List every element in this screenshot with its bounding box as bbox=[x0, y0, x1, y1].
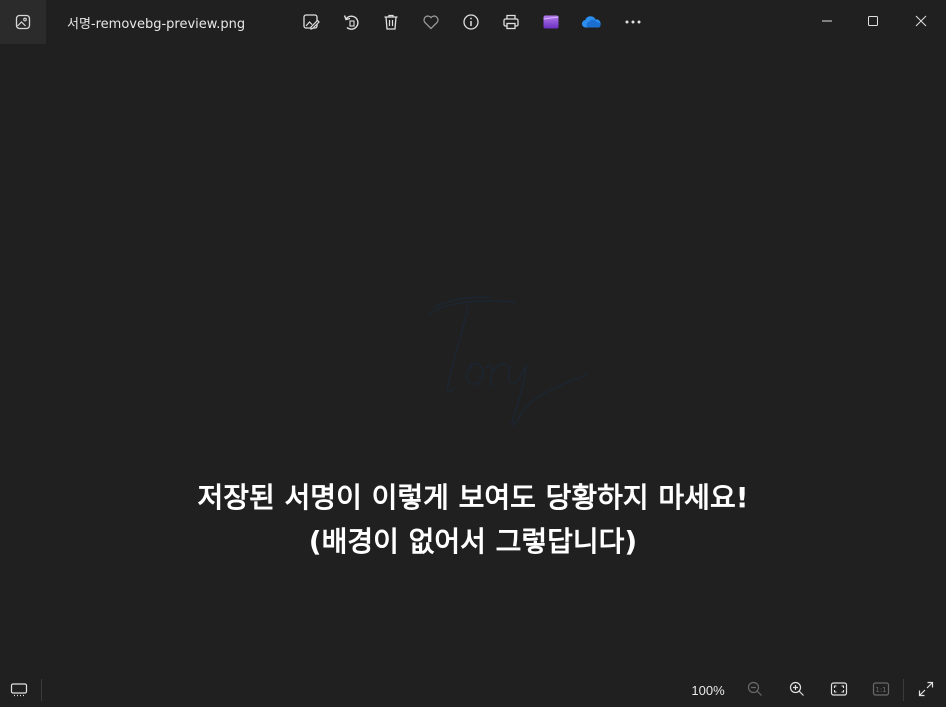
favorite-heart-icon bbox=[423, 15, 439, 30]
close-button[interactable] bbox=[898, 0, 944, 42]
onedrive-button[interactable] bbox=[576, 8, 606, 36]
image-canvas: 저장된 서명이 이렇게 보여도 당황하지 마세요! (배경이 없어서 그렇답니다… bbox=[0, 44, 946, 671]
delete-button[interactable] bbox=[376, 8, 406, 36]
more-options-icon bbox=[625, 20, 641, 24]
delete-icon bbox=[384, 14, 398, 30]
zoom-out-icon bbox=[747, 681, 762, 696]
print-icon bbox=[503, 14, 519, 30]
fit-to-window-button[interactable] bbox=[825, 676, 853, 702]
fullscreen-icon bbox=[918, 681, 934, 697]
info-button[interactable] bbox=[456, 8, 486, 36]
zoom-level: 100% bbox=[691, 683, 725, 698]
minimize-button[interactable] bbox=[804, 0, 850, 42]
caption-line-2: (배경이 없어서 그렇답니다) bbox=[308, 525, 638, 558]
fit-to-window-icon bbox=[830, 682, 848, 696]
clipchamp-button[interactable] bbox=[536, 8, 566, 36]
caption-line-1: 저장된 서명이 이렇게 보여도 당황하지 마세요! bbox=[197, 481, 749, 514]
title-bar: 서명-removebg-preview.png bbox=[0, 0, 946, 44]
svg-text:1:1: 1:1 bbox=[875, 686, 886, 694]
more-options-button[interactable] bbox=[618, 8, 648, 36]
actual-size-button[interactable]: 1:1 bbox=[867, 676, 895, 702]
zoom-out-button[interactable] bbox=[741, 676, 769, 702]
photos-viewer-window: 서명-removebg-preview.png 저장된 서명이 이렇게 보여도 … bbox=[0, 0, 946, 707]
onedrive-cloud-icon bbox=[581, 16, 601, 28]
actual-size-icon: 1:1 bbox=[872, 682, 890, 696]
signature-image bbox=[420, 294, 600, 439]
maximize-button[interactable] bbox=[850, 0, 896, 42]
bottom-divider-left bbox=[41, 679, 42, 701]
rotate-icon bbox=[343, 15, 359, 30]
file-name-title: 서명-removebg-preview.png bbox=[67, 17, 246, 32]
info-icon bbox=[463, 14, 479, 30]
zoom-in-button[interactable] bbox=[783, 676, 811, 702]
maximize-icon bbox=[868, 16, 878, 26]
bottom-toolbar: 100% 1:1 bbox=[0, 671, 946, 707]
caption-overlay: 저장된 서명이 이렇게 보여도 당황하지 마세요! (배경이 없어서 그렇답니다… bbox=[0, 476, 946, 564]
filmstrip-icon bbox=[10, 683, 28, 697]
minimize-icon bbox=[822, 20, 832, 22]
edit-image-icon bbox=[303, 14, 320, 30]
bottom-divider-right bbox=[903, 679, 904, 701]
filmstrip-button[interactable] bbox=[5, 676, 33, 702]
photos-app-icon[interactable] bbox=[0, 0, 46, 44]
fullscreen-button[interactable] bbox=[912, 676, 940, 702]
favorite-button[interactable] bbox=[416, 8, 446, 36]
close-icon bbox=[915, 15, 927, 27]
clipchamp-icon bbox=[543, 15, 559, 29]
edit-image-button[interactable] bbox=[296, 8, 326, 36]
print-button[interactable] bbox=[496, 8, 526, 36]
zoom-in-icon bbox=[789, 681, 804, 696]
rotate-button[interactable] bbox=[336, 8, 366, 36]
